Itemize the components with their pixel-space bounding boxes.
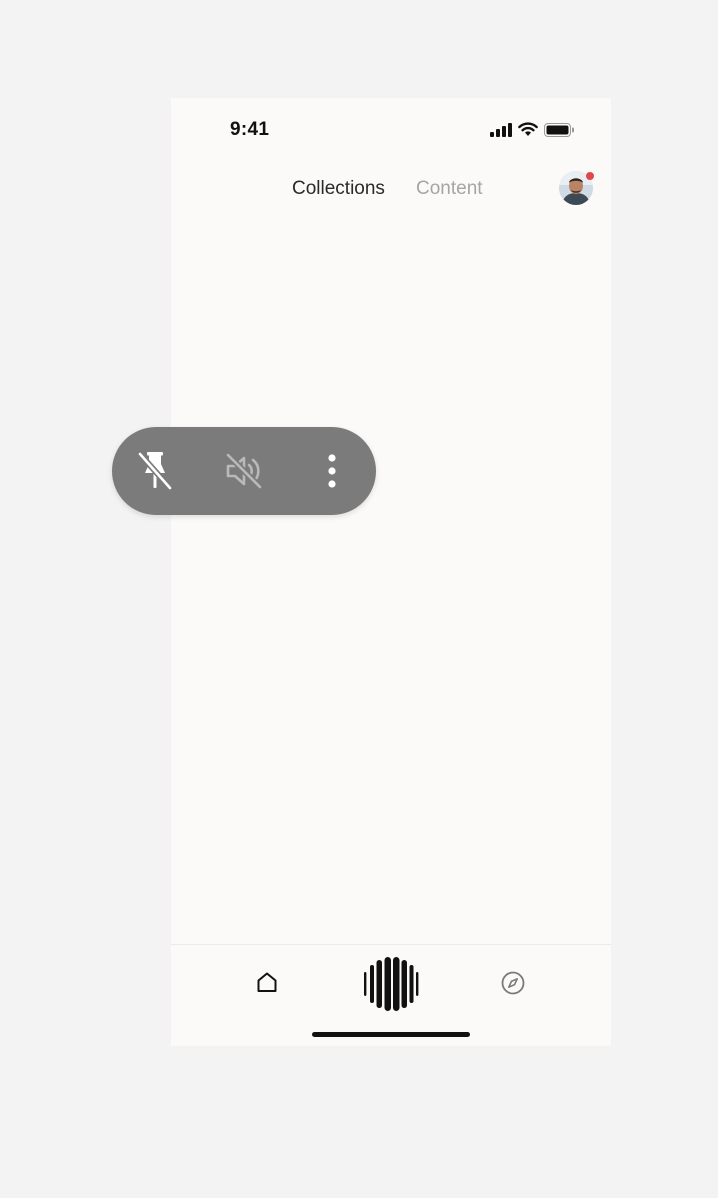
more-vertical-icon [328,454,336,488]
unpin-button[interactable] [133,449,177,493]
status-bar: 9:41 [171,98,611,160]
home-icon [257,972,277,992]
cellular-signal-icon [490,122,512,137]
phone-screen: 9:41 Collections Content [171,98,611,1046]
home-indicator[interactable] [312,1032,470,1037]
content-area [171,218,611,943]
mute-button[interactable] [222,449,266,493]
bottom-tab-bar [171,945,611,1046]
compass-icon [501,971,525,995]
top-navigation: Collections Content [171,170,611,210]
tab-collections[interactable]: Collections [292,178,385,200]
status-time: 9:41 [230,119,270,140]
voice-orb-button[interactable] [362,955,420,1013]
battery-icon [544,122,575,137]
tab-content[interactable]: Content [416,178,483,200]
floating-toolbar [112,427,376,515]
voice-orb-icon [364,957,419,1011]
wifi-icon [518,122,538,137]
home-button[interactable] [256,971,278,993]
volume-muted-icon [225,452,263,490]
explore-button[interactable] [501,971,525,995]
status-icons [490,122,575,137]
more-options-button[interactable] [310,449,354,493]
avatar[interactable] [559,171,594,205]
unpin-icon [137,451,173,491]
notification-dot [586,172,594,180]
